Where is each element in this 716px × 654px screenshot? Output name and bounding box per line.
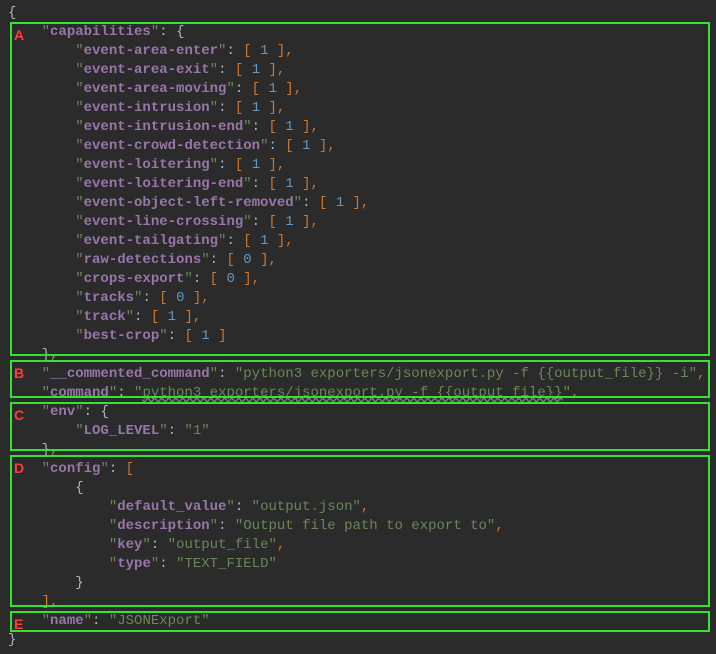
code-line: "__commented_command": "python3 exporter… <box>0 365 716 384</box>
label-d[interactable]: D <box>14 459 24 478</box>
code-line: "event-tailgating": [ 1 ], <box>0 232 716 251</box>
code-line: "event-loitering": [ 1 ], <box>0 156 716 175</box>
label-e[interactable]: E <box>14 615 23 634</box>
code-line: "default_value": "output.json", <box>0 498 716 517</box>
code-line: "event-area-moving": [ 1 ], <box>0 80 716 99</box>
code-line: "capabilities": { <box>0 23 716 42</box>
code-line: "crops-export": [ 0 ], <box>0 270 716 289</box>
code-line: "tracks": [ 0 ], <box>0 289 716 308</box>
code-line: "event-intrusion-end": [ 1 ], <box>0 118 716 137</box>
code-line: "event-intrusion": [ 1 ], <box>0 99 716 118</box>
code-line: "event-loitering-end": [ 1 ], <box>0 175 716 194</box>
label-a[interactable]: A <box>14 26 24 45</box>
code-line: "LOG_LEVEL": "1" <box>0 422 716 441</box>
code-line: "event-area-enter": [ 1 ], <box>0 42 716 61</box>
label-c[interactable]: C <box>14 406 24 425</box>
label-b[interactable]: B <box>14 364 24 383</box>
code-line: } <box>0 631 716 650</box>
code-line: { <box>0 4 716 23</box>
code-line: "config": [ <box>0 460 716 479</box>
code-line: "description": "Output file path to expo… <box>0 517 716 536</box>
code-line: }, <box>0 441 716 460</box>
code-line: "event-area-exit": [ 1 ], <box>0 61 716 80</box>
code-line: } <box>0 574 716 593</box>
code-line: "key": "output_file", <box>0 536 716 555</box>
code-line: "env": { <box>0 403 716 422</box>
code-line: "event-line-crossing": [ 1 ], <box>0 213 716 232</box>
code-line: "best-crop": [ 1 ] <box>0 327 716 346</box>
code-line: "track": [ 1 ], <box>0 308 716 327</box>
code-line: "event-crowd-detection": [ 1 ], <box>0 137 716 156</box>
code-line: "type": "TEXT_FIELD" <box>0 555 716 574</box>
code-line: "event-object-left-removed": [ 1 ], <box>0 194 716 213</box>
code-line: }, <box>0 346 716 365</box>
code-line: "name": "JSONExport" <box>0 612 716 631</box>
code-line: "command": "python3 exporters/jsonexport… <box>0 384 716 403</box>
code-line: "raw-detections": [ 0 ], <box>0 251 716 270</box>
code-line: { <box>0 479 716 498</box>
code-line: ], <box>0 593 716 612</box>
code-editor[interactable]: A B C D E { "capabilities": { "event-are… <box>0 0 716 654</box>
